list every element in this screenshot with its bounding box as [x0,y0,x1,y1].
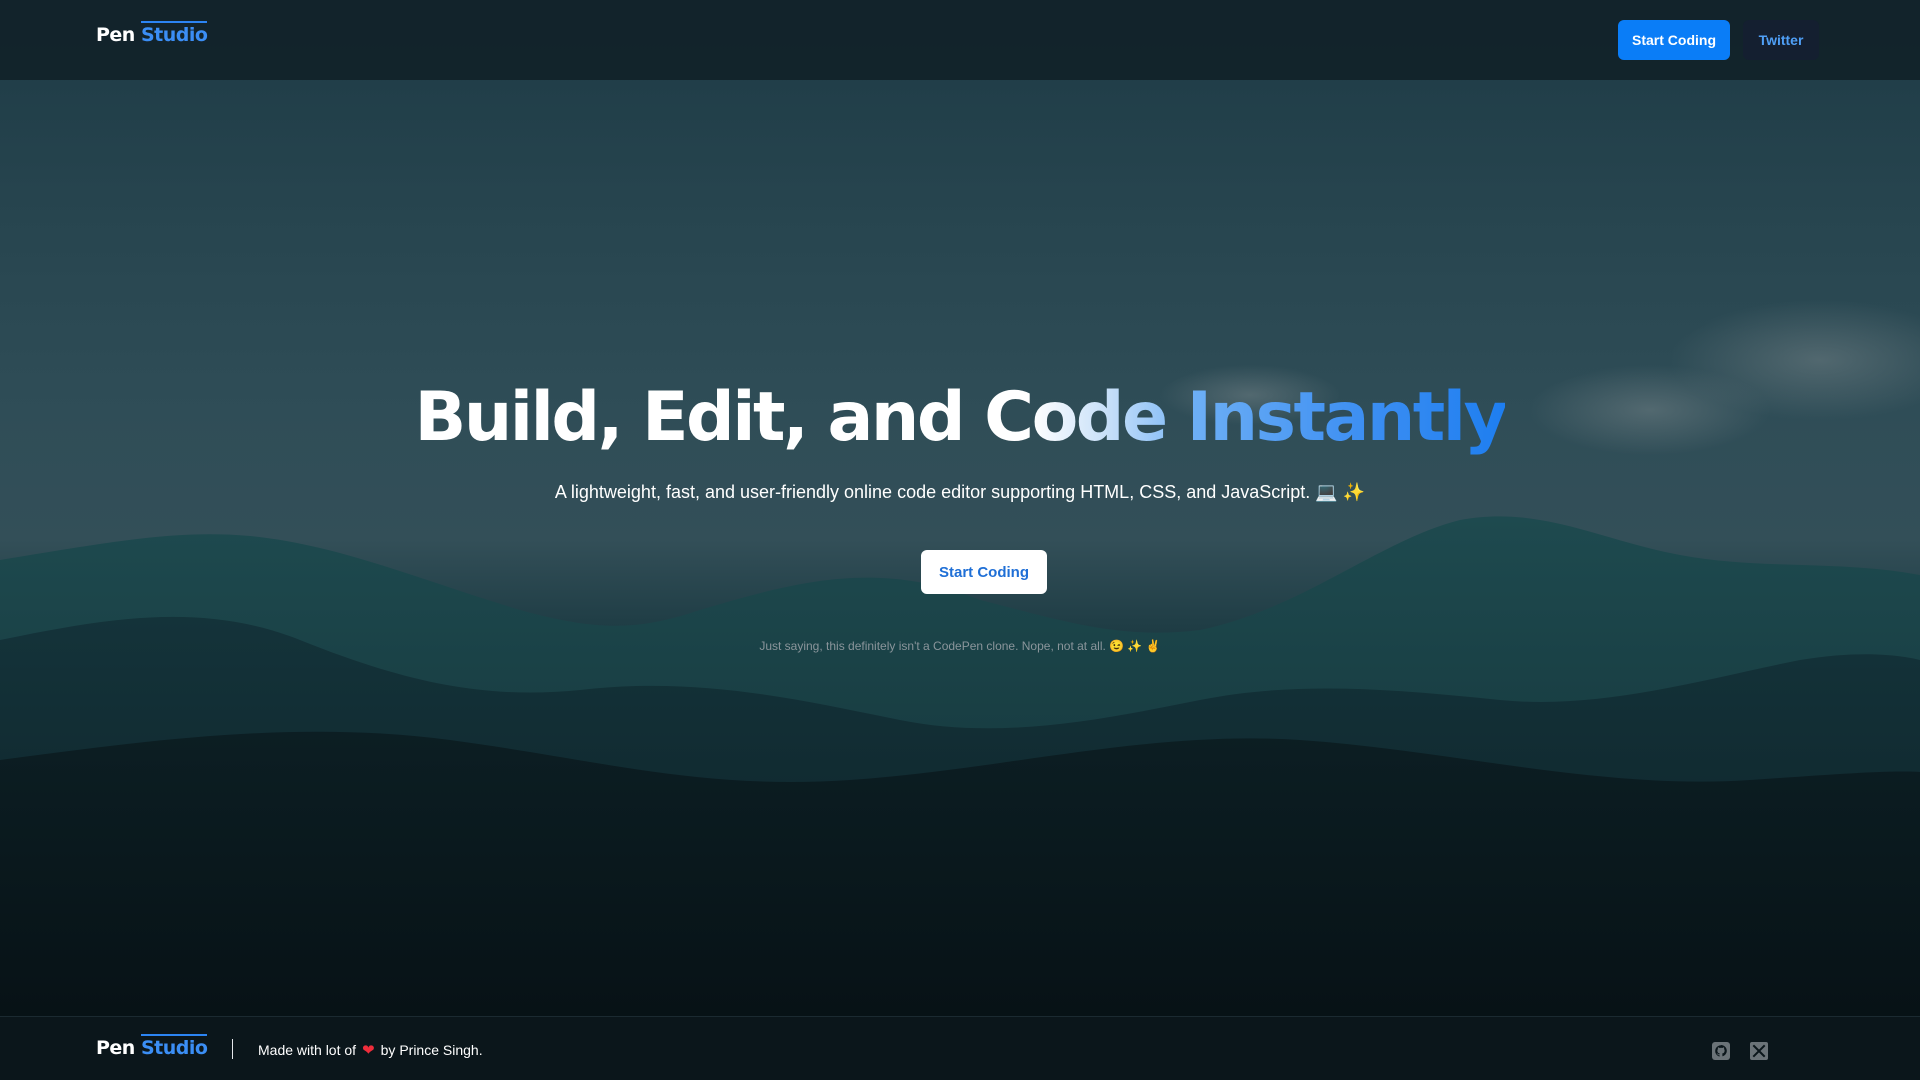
hero-title-fade: ode [1031,378,1169,457]
hero-title-highlight: Instantly [1186,378,1508,457]
footer-credit: Made with lot of ❤ by Prince Singh. [258,1041,483,1059]
top-navbar: Pen Studio Start Coding Twitter [0,0,1920,80]
hero-title-main: Build, Edit, and C [414,378,1035,457]
footer-divider [232,1039,233,1059]
logo-text-studio: Studio [140,24,208,46]
footer-logo-text-pen: Pen [96,1037,135,1059]
background-landscape [0,0,1920,1080]
twitter-button[interactable]: Twitter [1743,20,1819,60]
start-coding-button[interactable]: Start Coding [1618,20,1730,60]
x-icon[interactable] [1749,1041,1769,1061]
hero-start-coding-button[interactable]: Start Coding [921,550,1047,594]
footer-brand-logo[interactable]: Pen Studio [96,1037,208,1059]
footer-logo-text-studio: Studio [140,1037,208,1059]
github-icon[interactable] [1711,1041,1731,1061]
brand-logo[interactable]: Pen Studio [96,24,208,46]
logo-text-pen: Pen [96,24,135,46]
hero-title: Build, Edit, and Code Instantly [0,378,1920,458]
footer-author-text: by Prince Singh. [380,1042,483,1058]
footer-made-with-text: Made with lot of [258,1042,357,1058]
hero-disclaimer-note: Just saying, this definitely isn't a Cod… [759,639,1161,653]
heart-icon: ❤ [362,1042,375,1059]
footer: Pen Studio Made with lot of ❤ by Prince … [0,1016,1920,1080]
hero-subtitle: A lightweight, fast, and user-friendly o… [554,482,1366,502]
